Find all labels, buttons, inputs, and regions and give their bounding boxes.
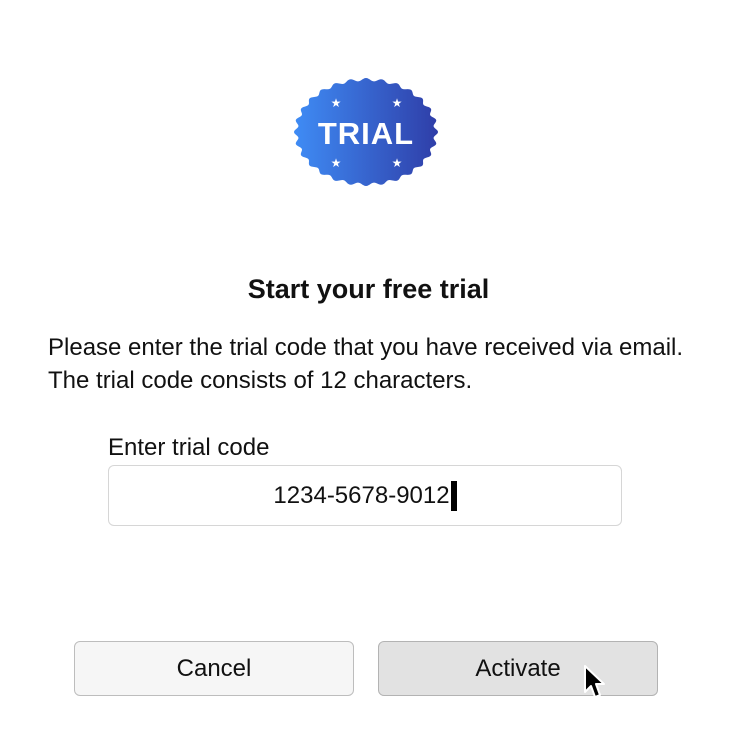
dialog-description: Please enter the trial code that you hav… [48,334,684,394]
cancel-button[interactable]: Cancel [74,641,354,696]
trial-code-label: Enter trial code [108,434,270,461]
svg-text:★: ★ [331,156,342,170]
trial-code-value: 1234-5678-9012 [273,481,450,509]
badge-text: TRIAL [318,116,414,151]
dialog-title: Start your free trial [247,274,490,304]
svg-text:★: ★ [392,96,403,110]
trial-badge-icon: ★ ★ ★ ★ TRIAL [290,75,442,189]
trial-activation-dialog: ★ ★ ★ ★ TRIAL Start your free trial Plea… [0,0,737,745]
svg-text:★: ★ [392,156,403,170]
svg-text:★: ★ [331,96,342,110]
activate-button[interactable]: Activate [378,641,658,696]
text-caret [450,480,457,511]
trial-code-input[interactable]: 1234-5678-9012 [108,465,622,526]
